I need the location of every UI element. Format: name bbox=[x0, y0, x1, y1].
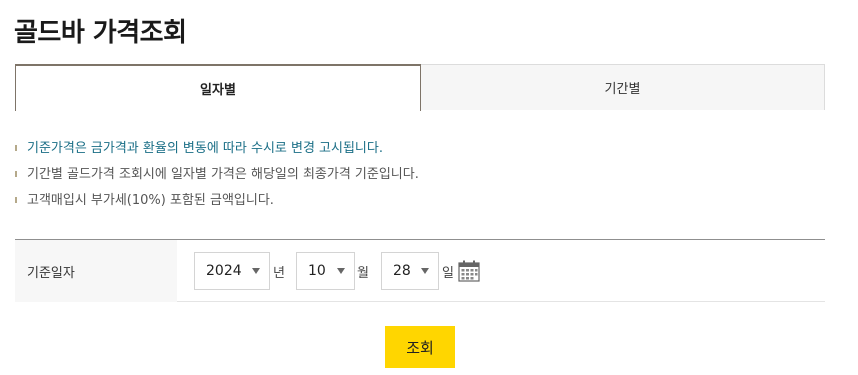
tab-bar: 일자별 기간별 bbox=[15, 64, 825, 111]
year-unit: 년 bbox=[273, 265, 285, 281]
day-value: 28 bbox=[393, 263, 411, 279]
day-unit: 일 bbox=[442, 265, 454, 281]
chevron-down-icon bbox=[421, 268, 429, 274]
year-value: 2024 bbox=[206, 263, 242, 279]
month-unit: 월 bbox=[357, 265, 369, 281]
search-button[interactable]: 조회 bbox=[385, 326, 455, 368]
day-select[interactable]: 28 bbox=[381, 252, 439, 290]
notice-list: 기준가격은 금가격과 환율의 변동에 따라 수시로 변경 고시됩니다. 기간별 … bbox=[15, 136, 419, 214]
date-label: 기준일자 bbox=[15, 240, 177, 302]
calendar-icon[interactable] bbox=[458, 260, 480, 282]
notice-item: 기간별 골드가격 조회시에 일자별 가격은 해당일의 최종가격 기준입니다. bbox=[15, 162, 419, 188]
month-select[interactable]: 10 bbox=[296, 252, 355, 290]
notice-item: 기준가격은 금가격과 환율의 변동에 따라 수시로 변경 고시됩니다. bbox=[15, 136, 419, 162]
month-value: 10 bbox=[308, 263, 326, 279]
tab-daily[interactable]: 일자별 bbox=[15, 64, 421, 111]
chevron-down-icon bbox=[337, 268, 345, 274]
chevron-down-icon bbox=[252, 268, 260, 274]
date-form-row: 기준일자 2024 년 10 월 28 일 bbox=[15, 239, 825, 302]
tab-period[interactable]: 기간별 bbox=[421, 64, 825, 110]
notice-item: 고객매입시 부가세(10%) 포함된 금액입니다. bbox=[15, 188, 419, 214]
page-title: 골드바 가격조회 bbox=[14, 18, 187, 48]
year-select[interactable]: 2024 bbox=[194, 252, 270, 290]
